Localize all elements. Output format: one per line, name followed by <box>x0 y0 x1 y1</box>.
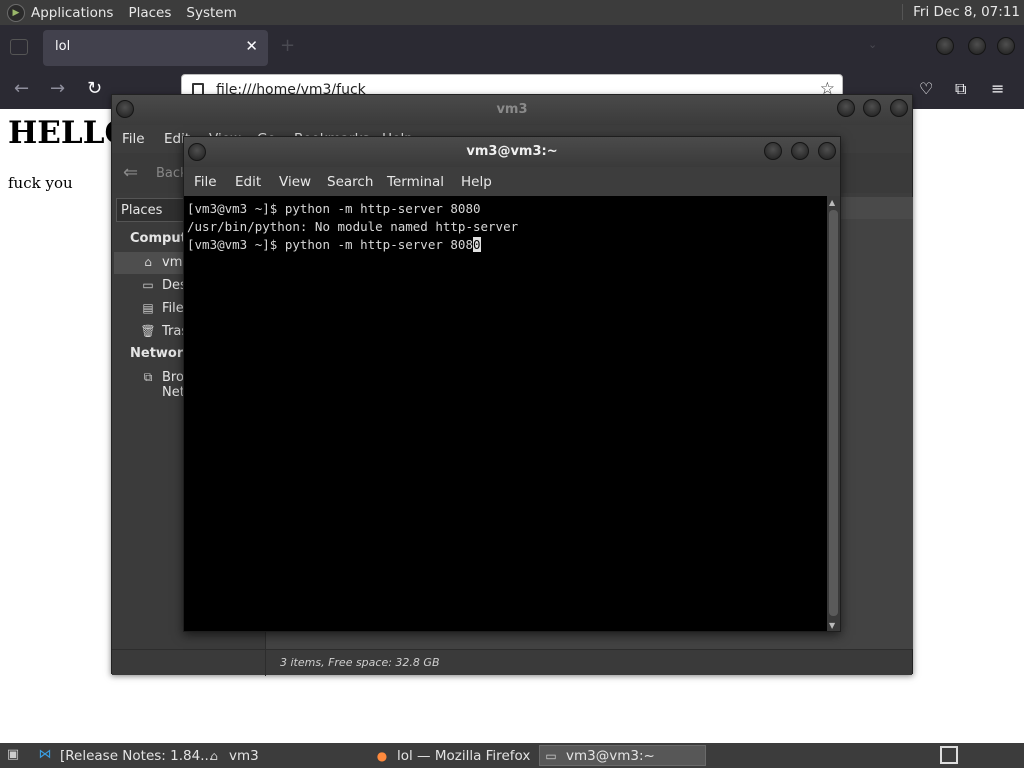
terminal-scrollbar[interactable]: ▲ ▼ <box>827 196 840 631</box>
terminal-minimize-button[interactable] <box>764 142 782 160</box>
task-label: lol — Mozilla Firefox <box>397 747 531 764</box>
status-text: 3 items, Free space: 32.8 GB <box>280 656 440 669</box>
file-manager-minimize-button[interactable] <box>837 99 855 117</box>
terminal-cursor: 0 <box>472 237 481 252</box>
network-icon: ⧉ <box>143 370 153 384</box>
task-firefox[interactable]: ● lol — Mozilla Firefox <box>374 745 534 766</box>
top-panel: ▶ Applications Places System Fri Dec 8, … <box>0 0 1024 25</box>
places-dropdown-label: Places <box>121 203 163 218</box>
bottom-panel: ▣ ⋈ [Release Notes: 1.84... ⌂ vm3 ● lol … <box>0 743 1024 768</box>
terminal-line: /usr/bin/python: No module named http-se… <box>187 219 519 234</box>
terminal-line: [vm3@vm3 ~]$ python -m http-server 808 <box>187 237 473 252</box>
vscode-launcher-icon[interactable]: ⋈ <box>36 747 54 763</box>
term-menu-help[interactable]: Help <box>461 174 492 190</box>
desktop-icon: ▭ <box>142 278 154 292</box>
file-manager-close-button[interactable] <box>890 99 908 117</box>
new-tab-icon[interactable]: + <box>280 35 295 56</box>
scrollbar-thumb[interactable] <box>829 210 838 616</box>
terminal-maximize-button[interactable] <box>791 142 809 160</box>
terminal-window: vm3@vm3:~ File Edit View Search Terminal… <box>183 136 841 632</box>
task-release-notes[interactable]: [Release Notes: 1.84... <box>60 745 213 766</box>
tab-overflow-chevron-icon[interactable]: ⌄ <box>868 38 877 51</box>
task-label: [Release Notes: 1.84... <box>60 747 214 764</box>
menu-system[interactable]: System <box>186 5 236 21</box>
show-desktop-icon[interactable] <box>940 746 958 764</box>
task-label: vm3@vm3:~ <box>566 747 655 764</box>
terminal-menubar: File Edit View Search Terminal Help <box>184 167 840 196</box>
terminal-screen[interactable]: [vm3@vm3 ~]$ python -m http-server 8080 /… <box>184 196 827 631</box>
page-body-text: fuck you <box>8 174 73 192</box>
term-menu-search[interactable]: Search <box>327 174 373 190</box>
file-manager-maximize-button[interactable] <box>863 99 881 117</box>
firefox-icon: ● <box>376 748 388 763</box>
term-menu-view[interactable]: View <box>279 174 311 190</box>
menu-applications[interactable]: Applications <box>31 5 113 21</box>
home-icon: ⌂ <box>144 255 152 269</box>
statusbar-separator <box>265 650 266 676</box>
file-manager-statusbar: 3 items, Free space: 32.8 GB <box>112 649 912 676</box>
terminal-line-current: [vm3@vm3 ~]$ python -m http-server 8080 <box>187 236 824 254</box>
extensions-icon[interactable]: ⧉ <box>955 79 966 99</box>
task-terminal[interactable]: ▭ vm3@vm3:~ <box>539 745 706 766</box>
firefox-tabbar: lol ✕ + ⌄ <box>0 25 1024 69</box>
firefox-minimize-button[interactable] <box>936 37 954 55</box>
scroll-up-arrow-icon[interactable]: ▲ <box>829 198 835 207</box>
close-tab-icon[interactable]: ✕ <box>245 37 258 55</box>
firefox-close-button[interactable] <box>997 37 1015 55</box>
term-menu-terminal[interactable]: Terminal <box>387 174 444 190</box>
terminal-titlebar[interactable]: vm3@vm3:~ <box>184 137 840 167</box>
firefox-maximize-button[interactable] <box>968 37 986 55</box>
scroll-down-arrow-icon[interactable]: ▼ <box>829 621 835 630</box>
file-manager-titlebar[interactable]: vm3 <box>112 95 912 125</box>
drive-icon: ▤ <box>142 301 154 315</box>
trash-icon: 🗑 <box>140 324 156 338</box>
file-manager-title: vm3 <box>496 102 528 117</box>
terminal-icon: ▭ <box>545 748 557 763</box>
forward-arrow-icon[interactable]: → <box>50 78 65 99</box>
firefox-tab-title: lol <box>55 39 71 54</box>
tab-list-icon[interactable] <box>10 39 28 55</box>
file-manager-launcher-icon[interactable]: ▣ <box>4 747 22 763</box>
clock[interactable]: Fri Dec 8, 07:11 <box>902 4 1020 20</box>
terminal-line: [vm3@vm3 ~]$ python -m http-server 8080 <box>187 201 481 216</box>
term-menu-edit[interactable]: Edit <box>235 174 261 190</box>
firefox-tab[interactable]: lol ✕ <box>43 30 268 66</box>
terminal-close-button[interactable] <box>818 142 836 160</box>
task-label: vm3 <box>229 747 259 764</box>
task-vm3[interactable]: ⌂ vm3 <box>206 745 356 766</box>
fm-menu-file[interactable]: File <box>122 131 145 147</box>
back-arrow-icon[interactable]: ← <box>14 78 29 99</box>
menu-places[interactable]: Places <box>128 5 171 21</box>
term-menu-file[interactable]: File <box>194 174 217 190</box>
hamburger-menu-icon[interactable]: ≡ <box>991 79 1004 98</box>
pocket-icon[interactable]: ♡ <box>919 79 933 98</box>
main-menu-logo-icon[interactable]: ▶ <box>7 3 25 22</box>
fm-back-icon[interactable]: ⇐ <box>123 162 138 183</box>
reload-icon[interactable]: ↻ <box>87 78 102 99</box>
terminal-title: vm3@vm3:~ <box>466 144 558 159</box>
folder-home-icon: ⌂ <box>210 748 218 763</box>
